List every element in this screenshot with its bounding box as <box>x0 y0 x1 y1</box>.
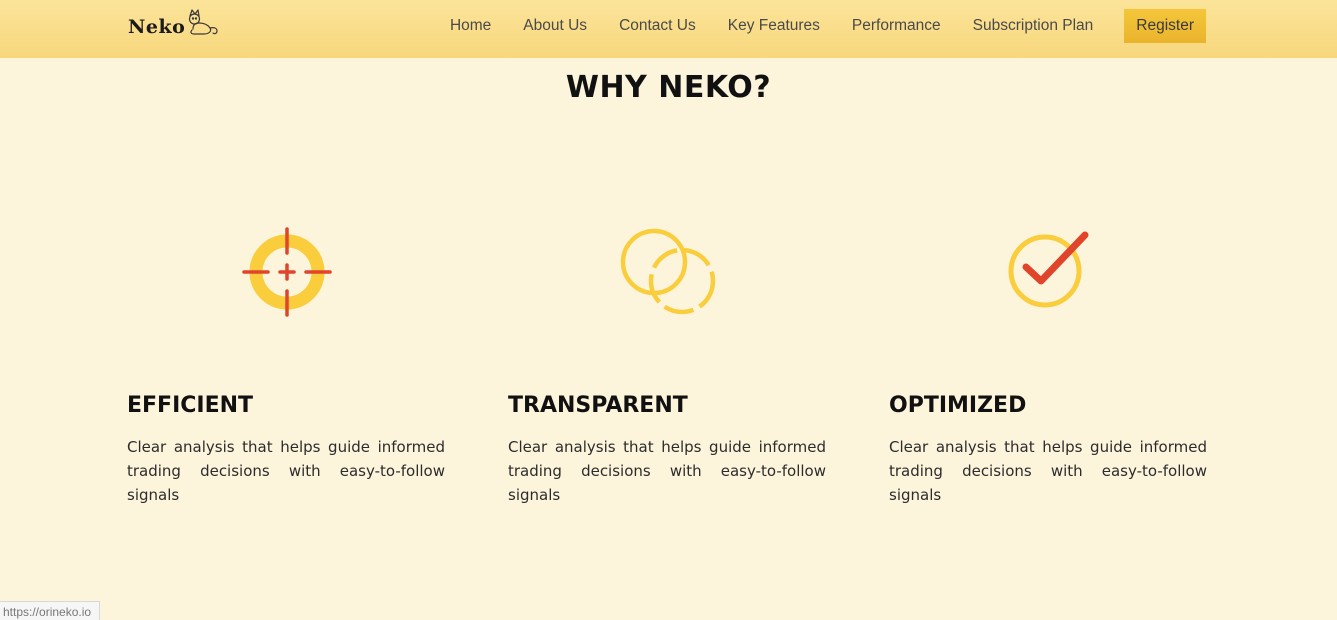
feature-title: EFFICIENT <box>127 393 254 418</box>
main-nav: Home About Us Contact Us Key Features Pe… <box>418 0 1206 52</box>
cat-logo-icon <box>186 8 220 42</box>
nav-contact-us-link[interactable]: Contact Us <box>619 17 696 35</box>
register-button[interactable]: Register <box>1124 9 1206 43</box>
status-bar-url: https://orineko.io <box>0 601 101 620</box>
nav-performance-link[interactable]: Performance <box>852 17 941 35</box>
nav-subscription-plan-link[interactable]: Subscription Plan <box>973 17 1094 35</box>
section-title: WHY NEKO? <box>565 70 772 105</box>
navbar: Neko Home About Us Contact Us Key Featur… <box>0 0 1337 58</box>
feature-title: OPTIMIZED <box>889 393 1027 418</box>
brand-logo[interactable]: Neko <box>128 8 220 44</box>
brand-name: Neko <box>128 16 186 38</box>
checkmark-circle-icon <box>1003 225 1103 325</box>
feature-description: Clear analysis that helps guide informed… <box>889 438 1207 504</box>
nav-key-features-link[interactable]: Key Features <box>728 17 820 35</box>
feature-title: TRANSPARENT <box>508 393 688 418</box>
overlapping-circles-icon <box>620 225 720 325</box>
nav-about-us-link[interactable]: About Us <box>523 17 587 35</box>
crosshair-target-icon <box>237 225 337 325</box>
nav-home-link[interactable]: Home <box>450 17 491 35</box>
feature-description: Clear analysis that helps guide informed… <box>127 438 445 504</box>
feature-description: Clear analysis that helps guide informed… <box>508 438 826 504</box>
